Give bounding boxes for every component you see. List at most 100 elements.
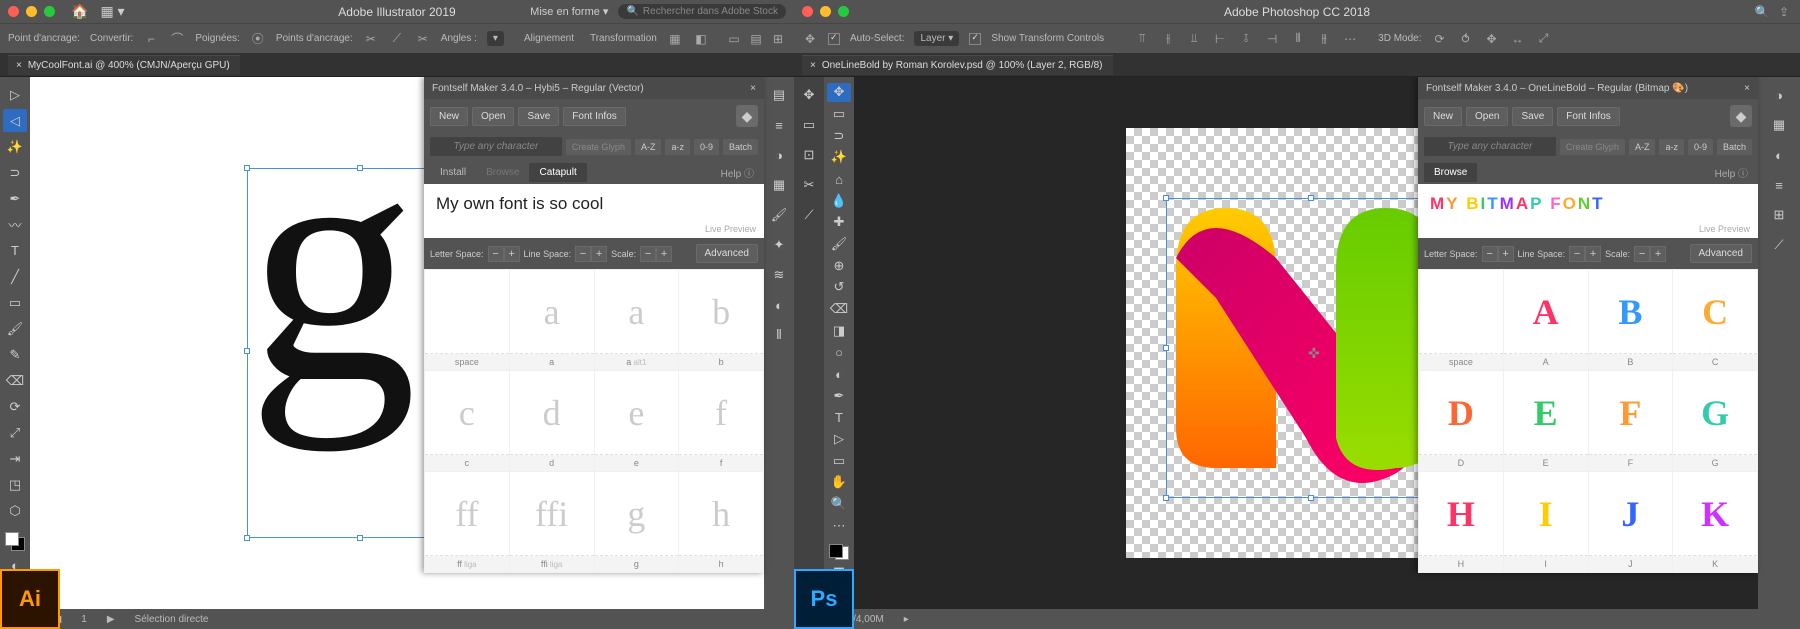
search-stock-input[interactable]: 🔍 Rechercher dans Adobe Stock xyxy=(618,4,786,19)
fontself-logo-icon[interactable]: ◆ xyxy=(736,105,758,127)
blur-tool-icon[interactable]: ○ xyxy=(827,343,851,362)
open-button[interactable]: Open xyxy=(472,107,514,126)
ctx-slice-icon[interactable]: ⟋ xyxy=(797,203,821,227)
zoom-tool-icon[interactable]: 🔍 xyxy=(827,495,851,514)
gradient-tool-icon[interactable]: ◨ xyxy=(827,321,851,340)
auto-select-checkbox[interactable] xyxy=(828,33,840,45)
live-preview-label[interactable]: Live Preview xyxy=(705,224,756,234)
close-icon[interactable] xyxy=(802,6,813,17)
handle-icon[interactable] xyxy=(357,165,363,171)
handle-icon[interactable] xyxy=(1308,495,1314,501)
new-button[interactable]: New xyxy=(430,107,468,126)
line-space-stepper[interactable]: −+ xyxy=(575,246,607,262)
isolate-icon[interactable]: ◧ xyxy=(693,31,709,47)
color-icon[interactable]: ◑ xyxy=(767,143,791,167)
align-panel-icon[interactable]: ⫴ xyxy=(767,323,791,347)
document-tab[interactable]: × MyCoolFont.ai @ 400% (CMJN/Aperçu GPU) xyxy=(8,55,240,75)
pen-tool-icon[interactable]: ✒ xyxy=(827,386,851,405)
3d-roll-icon[interactable]: ⥀ xyxy=(1458,31,1474,47)
swatches-panel-icon[interactable]: ▦ xyxy=(1767,113,1791,137)
glyph-cell[interactable]: BB xyxy=(1589,270,1673,370)
glyph-cell[interactable]: aa alt1 xyxy=(595,270,679,370)
glyph-cell[interactable]: ee xyxy=(595,371,679,471)
minimize-icon[interactable] xyxy=(26,6,37,17)
dodge-tool-icon[interactable]: ◐ xyxy=(827,365,851,384)
browse-tab[interactable]: Browse xyxy=(476,163,529,182)
shape-builder-icon[interactable]: ⬡ xyxy=(3,500,27,523)
glyph-cell[interactable]: DD xyxy=(1419,371,1503,471)
search-icon[interactable]: 🔍 xyxy=(1754,4,1770,20)
glyph-cell[interactable]: JJ xyxy=(1589,472,1673,572)
advanced-button[interactable]: Advanced xyxy=(1690,244,1752,263)
properties-icon[interactable]: ▤ xyxy=(767,83,791,107)
angles-dropdown[interactable]: ▾ xyxy=(487,31,504,46)
digits-button[interactable]: 0-9 xyxy=(1688,139,1713,155)
eraser-tool-icon[interactable]: ⌫ xyxy=(827,300,851,319)
glyph-cell[interactable]: aa xyxy=(510,270,594,370)
align-top-icon[interactable]: ⫪ xyxy=(1134,31,1150,47)
glyph-cell[interactable]: AA xyxy=(1504,270,1588,370)
handle-icon[interactable] xyxy=(1163,345,1169,351)
paths-panel-icon[interactable]: ⟋ xyxy=(1767,233,1791,257)
glyph-cell[interactable]: ff xyxy=(679,371,763,471)
shaper-tool-icon[interactable]: ✎ xyxy=(3,343,27,366)
az-lower-button[interactable]: a-z xyxy=(665,139,690,155)
layers-panel-icon[interactable]: ≡ xyxy=(1767,173,1791,197)
connect-icon[interactable]: ⟋ xyxy=(389,31,405,47)
font-infos-button[interactable]: Font Infos xyxy=(563,107,625,126)
glyph-cell[interactable]: KK xyxy=(1673,472,1757,572)
shape-tool-icon[interactable]: ▭ xyxy=(827,451,851,470)
remove-anchor-icon[interactable]: ✂ xyxy=(363,31,379,47)
preview-area[interactable]: My own font is so cool Live Preview xyxy=(424,184,764,238)
brushes-icon[interactable]: 🖌 xyxy=(767,203,791,227)
adjustments-panel-icon[interactable]: ◐ xyxy=(1767,143,1791,167)
catapult-tab[interactable]: Catapult xyxy=(529,163,586,182)
3d-pan-icon[interactable]: ✥ xyxy=(1484,31,1500,47)
lasso-tool-icon[interactable]: ⊃ xyxy=(3,161,27,184)
clone-tool-icon[interactable]: ⊕ xyxy=(827,256,851,275)
glyph-cell[interactable]: II xyxy=(1504,472,1588,572)
brush-tool-icon[interactable]: 🖌 xyxy=(827,235,851,254)
cut-icon[interactable]: ✂ xyxy=(415,31,431,47)
ctx-artboard-icon[interactable]: ▭ xyxy=(797,113,821,137)
glyph-cell[interactable]: ffiffi liga xyxy=(510,472,594,572)
3d-slide-icon[interactable]: ↔ xyxy=(1510,31,1526,47)
close-tab-icon[interactable]: × xyxy=(16,60,22,71)
digits-button[interactable]: 0-9 xyxy=(694,139,719,155)
dist-h-icon[interactable]: ⫴ xyxy=(1290,31,1306,47)
save-button[interactable]: Save xyxy=(1512,107,1553,126)
glyph-cell[interactable]: GG xyxy=(1673,371,1757,471)
glyph-g[interactable]: g xyxy=(247,128,417,400)
handle-icon[interactable] xyxy=(1163,495,1169,501)
glyph-cell[interactable]: hh xyxy=(679,472,763,572)
glyph-cell[interactable]: space xyxy=(1419,270,1503,370)
opt-icon-3[interactable]: ⊞ xyxy=(770,31,786,47)
dist-v-icon[interactable]: ⫵ xyxy=(1316,31,1332,47)
align-icon[interactable]: ▦ xyxy=(667,31,683,47)
stroke-icon[interactable]: ≋ xyxy=(767,263,791,287)
type-character-input[interactable]: Type any character xyxy=(1424,137,1556,156)
glyph-cell[interactable]: ffff liga xyxy=(425,472,509,572)
save-button[interactable]: Save xyxy=(518,107,559,126)
help-link[interactable]: Help ⓘ xyxy=(1715,165,1752,180)
align-left-icon[interactable]: ⊢ xyxy=(1212,31,1228,47)
browse-tab[interactable]: Browse xyxy=(1424,163,1477,182)
create-glyph-button[interactable]: Create Glyph xyxy=(1560,139,1625,155)
edit-toolbar-icon[interactable]: ⋯ xyxy=(827,516,851,535)
zoom-icon[interactable] xyxy=(44,6,55,17)
line-tool-icon[interactable]: ╱ xyxy=(3,265,27,288)
width-tool-icon[interactable]: ⇥ xyxy=(3,448,27,471)
handle-icon[interactable] xyxy=(1163,195,1169,201)
preview-area[interactable]: MY BITMAP FONT Live Preview xyxy=(1418,184,1758,238)
magic-wand-tool-icon[interactable]: ✨ xyxy=(3,135,27,158)
batch-button[interactable]: Batch xyxy=(1717,139,1752,155)
close-icon[interactable] xyxy=(8,6,19,17)
ctx-crop-icon[interactable]: ✂ xyxy=(797,173,821,197)
scale-stepper[interactable]: −+ xyxy=(640,246,672,262)
color-swatches[interactable] xyxy=(829,544,849,560)
auto-select-mode-dropdown[interactable]: Layer ▾ xyxy=(914,31,959,46)
new-button[interactable]: New xyxy=(1424,107,1462,126)
align-bottom-icon[interactable]: ⫫ xyxy=(1186,31,1202,47)
selection-tool-icon[interactable]: ▷ xyxy=(3,83,27,106)
nav-next-icon[interactable]: ▶ xyxy=(107,614,115,625)
